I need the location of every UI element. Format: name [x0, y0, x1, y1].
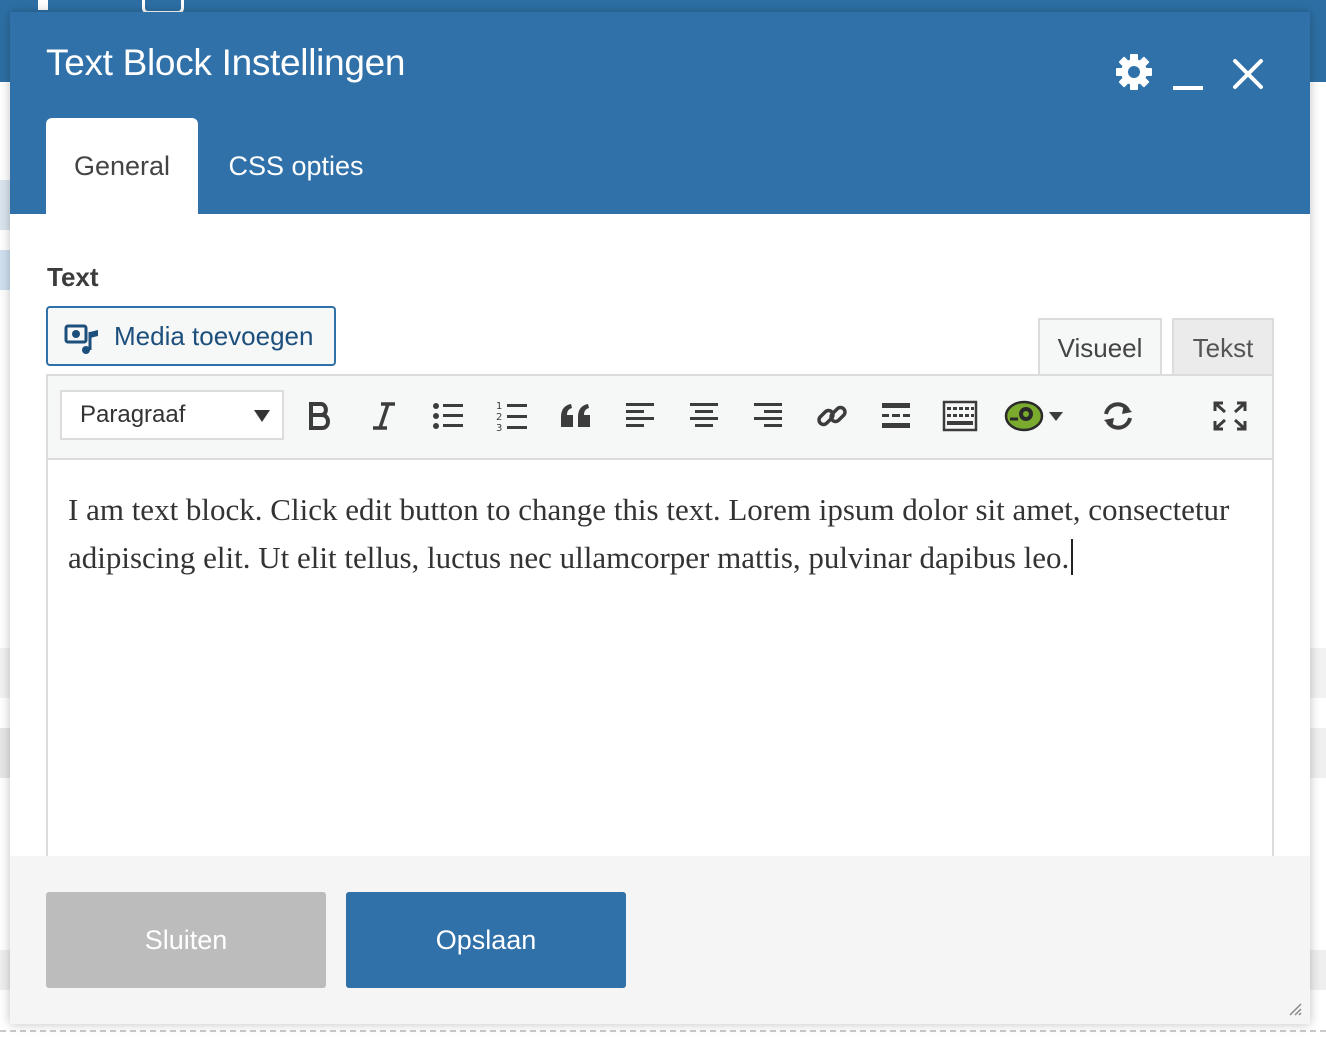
plugin-icon[interactable]: [1004, 396, 1044, 436]
bulleted-list-icon[interactable]: [428, 396, 468, 436]
chevron-down-icon: [254, 410, 270, 422]
editor-toolbar: Paragraaf 123: [48, 376, 1272, 460]
align-center-icon[interactable]: [684, 396, 724, 436]
numbered-list-icon[interactable]: 123: [492, 396, 532, 436]
svg-text:3: 3: [496, 423, 502, 432]
editor-text: I am text block. Click edit button to ch…: [68, 492, 1230, 575]
gear-icon[interactable]: [1114, 52, 1154, 92]
toolbar-toggle-icon[interactable]: [940, 396, 980, 436]
add-media-button[interactable]: Media toevoegen: [46, 306, 336, 366]
svg-text:1: 1: [496, 401, 502, 412]
italic-icon[interactable]: [364, 396, 404, 436]
tab-css-options[interactable]: CSS opties: [198, 118, 394, 214]
align-right-icon[interactable]: [748, 396, 788, 436]
add-media-label: Media toevoegen: [114, 321, 314, 351]
blockquote-icon[interactable]: [556, 396, 596, 436]
link-icon[interactable]: [812, 396, 852, 436]
modal-title: Text Block Instellingen: [46, 42, 406, 83]
editor-content[interactable]: I am text block. Click edit button to ch…: [68, 486, 1238, 582]
background-glyph: [38, 0, 48, 10]
fullscreen-icon[interactable]: [1210, 396, 1250, 436]
minimize-icon[interactable]: [1171, 62, 1205, 92]
settings-modal: Text Block Instellingen General CSS opti…: [10, 12, 1310, 1024]
save-button[interactable]: Opslaan: [346, 892, 626, 988]
text-cursor: [1071, 539, 1074, 575]
read-more-icon[interactable]: [876, 396, 916, 436]
tab-visual[interactable]: Visueel: [1038, 318, 1162, 376]
modal-header: Text Block Instellingen General CSS opti…: [10, 12, 1310, 214]
resize-handle-icon[interactable]: [1288, 1002, 1302, 1016]
media-icon: [64, 324, 98, 354]
refresh-icon[interactable]: [1098, 396, 1138, 436]
tab-general[interactable]: General: [46, 118, 198, 214]
close-button[interactable]: Sluiten: [46, 892, 326, 988]
format-select[interactable]: Paragraaf: [60, 390, 284, 440]
plugin-dropdown-icon[interactable]: [1044, 396, 1068, 436]
bold-icon[interactable]: [300, 396, 340, 436]
tab-text[interactable]: Tekst: [1172, 318, 1274, 376]
background-divider: [0, 1030, 1326, 1032]
svg-text:2: 2: [496, 412, 502, 423]
format-select-value: Paragraaf: [80, 401, 186, 428]
align-left-icon[interactable]: [620, 396, 660, 436]
close-icon[interactable]: [1230, 56, 1266, 92]
text-field-label: Text: [47, 262, 99, 292]
modal-footer: Sluiten Opslaan: [10, 856, 1310, 1024]
